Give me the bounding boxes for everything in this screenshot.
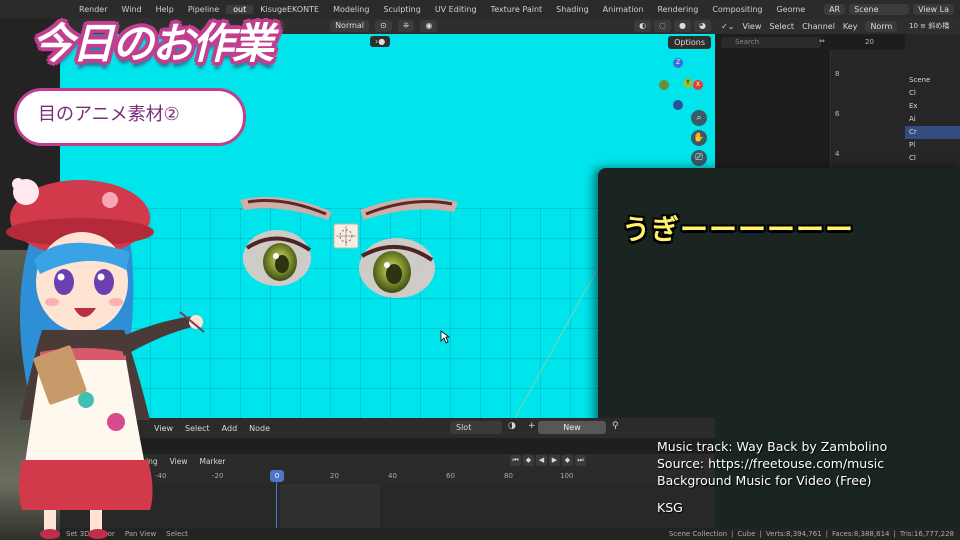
graph-menu-channel[interactable]: Channel bbox=[802, 22, 835, 31]
outliner-row-selected[interactable]: Cr bbox=[905, 126, 960, 139]
graph-axis-label: 6 bbox=[835, 110, 840, 118]
outliner-header: 10 ≡ 斜め橋 bbox=[905, 18, 960, 34]
new-material-button[interactable]: New bbox=[538, 421, 606, 434]
graph-menu-key[interactable]: Key bbox=[843, 22, 858, 31]
playhead-line bbox=[276, 482, 277, 528]
logo-subtitle-text: 目のアニメ素材② bbox=[38, 104, 180, 125]
graph-search-input[interactable]: Search bbox=[721, 37, 821, 48]
graph-frame-value: 20 bbox=[865, 38, 874, 46]
workspace-tab-modeling[interactable]: Modeling bbox=[326, 5, 376, 14]
material-icon[interactable]: ◑ bbox=[508, 421, 516, 431]
pan-hand-icon[interactable]: ✋ bbox=[691, 130, 707, 146]
status-tris: Tris:16,777,228 bbox=[899, 530, 954, 538]
zoom-icon[interactable]: ⌕ bbox=[691, 110, 707, 126]
outliner-row[interactable]: Ex bbox=[905, 100, 960, 113]
logo-title-text: 今日のお作業 bbox=[32, 19, 274, 68]
credit-author: KSG bbox=[657, 500, 683, 515]
mascot-character-illustration bbox=[6, 178, 205, 539]
graph-editor-header: ✓⌄ View Select Channel Key Norm bbox=[715, 18, 905, 34]
eye-texture-planes[interactable] bbox=[232, 190, 462, 300]
workspace-tab-uv-editing[interactable]: UV Editing bbox=[428, 5, 484, 14]
add-icon[interactable]: + bbox=[528, 421, 536, 431]
graph-orientation-select[interactable]: Norm bbox=[865, 20, 898, 32]
mouse-cursor-icon bbox=[440, 330, 450, 344]
status-verts: Verts:8,394,761 bbox=[765, 530, 822, 538]
workspace-tab-geometry[interactable]: Geome bbox=[769, 5, 812, 14]
outliner-row[interactable]: Pl bbox=[905, 139, 960, 152]
shading-wireframe-icon[interactable]: ◌ bbox=[654, 20, 672, 32]
title-logo: 今日のお作業 目のアニメ素材② bbox=[0, 0, 274, 175]
graph-editor-area[interactable]: Search ⇔ 20 8 6 4 bbox=[715, 34, 905, 168]
editor-type-icon[interactable]: ✓⌄ bbox=[721, 22, 734, 31]
pivot-icon[interactable]: ⊙ bbox=[375, 20, 392, 32]
camera-view-icon[interactable]: ⎚ bbox=[691, 150, 707, 166]
snap-icon[interactable]: ⁜ bbox=[397, 20, 415, 32]
status-collection: Scene Collection bbox=[668, 530, 728, 538]
graph-curve-region[interactable]: 8 6 4 bbox=[830, 50, 905, 168]
graph-axis-label: 4 bbox=[835, 150, 840, 158]
timeline-tick: 20 bbox=[330, 472, 339, 480]
credit-line: Source: https://freetouse.com/music bbox=[657, 456, 885, 471]
status-object: Cube bbox=[737, 530, 756, 538]
outliner-panel: 10 ≡ 斜め橋 Scene Cl Ex Ai Cr Pl Cl bbox=[905, 18, 960, 178]
render-engine-select[interactable]: AR bbox=[824, 3, 846, 15]
music-credits: Music track: Way Back by Zambolino Sourc… bbox=[657, 438, 887, 516]
swap-icon[interactable]: ⇔ bbox=[819, 37, 825, 45]
gizmo-neg-z[interactable] bbox=[673, 100, 683, 110]
jump-end-icon[interactable]: ⏭ bbox=[575, 455, 586, 466]
status-faces: Faces:8,388,614 bbox=[832, 530, 890, 538]
workspace-tab-compositing[interactable]: Compositing bbox=[705, 5, 769, 14]
next-key-icon[interactable]: ◆ bbox=[562, 455, 573, 466]
graph-menu-select[interactable]: Select bbox=[769, 22, 794, 31]
gizmo-x-axis[interactable]: X bbox=[693, 80, 703, 90]
navigation-gizmo[interactable]: Z Y X bbox=[655, 58, 705, 118]
graph-axis-label: 8 bbox=[835, 70, 840, 78]
timeline-tick: 100 bbox=[560, 472, 574, 480]
workspace-tab-rendering[interactable]: Rendering bbox=[650, 5, 705, 14]
timeline-tick: 40 bbox=[388, 472, 397, 480]
play-icon[interactable]: ▶ bbox=[549, 455, 560, 466]
playback-controls: ⏮ ◆ ◀ ▶ ◆ ⏭ bbox=[510, 455, 586, 466]
outliner-row[interactable]: Cl bbox=[905, 152, 960, 165]
gizmo-neg-x[interactable] bbox=[659, 80, 669, 90]
scene-select[interactable]: Scene bbox=[849, 3, 910, 15]
proportional-edit-icon[interactable]: ◉ bbox=[420, 20, 438, 32]
playhead-current-frame[interactable]: 0 bbox=[270, 470, 284, 482]
outliner-row[interactable]: Ai bbox=[905, 113, 960, 126]
shading-material-icon[interactable]: ◕ bbox=[694, 20, 711, 32]
node-menu-node[interactable]: Node bbox=[243, 424, 276, 433]
workspace-tab-shading[interactable]: Shading bbox=[549, 5, 596, 14]
shading-solid-icon[interactable]: ● bbox=[674, 20, 692, 32]
timeline-tick: 80 bbox=[504, 472, 513, 480]
gizmo-toggle-icon[interactable]: ›● bbox=[370, 36, 391, 47]
prev-key-icon[interactable]: ◆ bbox=[523, 455, 534, 466]
view-layer-select[interactable]: View La bbox=[913, 3, 954, 15]
graph-menu-view[interactable]: View bbox=[742, 22, 761, 31]
options-button[interactable]: Options bbox=[668, 36, 711, 49]
jump-start-icon[interactable]: ⏮ bbox=[510, 455, 521, 466]
workspace-tab-sculpting[interactable]: Sculpting bbox=[376, 5, 427, 14]
outliner-row[interactable]: Cl bbox=[905, 87, 960, 100]
play-reverse-icon[interactable]: ◀ bbox=[536, 455, 547, 466]
overlay-toggle-icon[interactable]: ◐ bbox=[634, 20, 652, 32]
credit-line: Music track: Way Back by Zambolino bbox=[657, 439, 888, 454]
gizmo-z-axis[interactable]: Z bbox=[673, 58, 683, 68]
slot-select[interactable]: Slot bbox=[450, 421, 502, 434]
workspace-tab-texture-paint[interactable]: Texture Paint bbox=[484, 5, 550, 14]
screen: Render Wind Help Pipeline out KisugeEKON… bbox=[0, 0, 960, 540]
timeline-frame-range bbox=[280, 484, 380, 528]
workspace-tab-animation[interactable]: Animation bbox=[596, 5, 651, 14]
outliner-scene-row[interactable]: Scene bbox=[905, 74, 960, 87]
caption-text: うぎーーーーーー bbox=[622, 213, 855, 246]
gizmo-y-axis[interactable]: Y bbox=[683, 78, 693, 88]
timeline-tick: 60 bbox=[446, 472, 455, 480]
pin-icon[interactable]: ⚲ bbox=[612, 421, 619, 431]
transform-orientation-select[interactable]: Normal bbox=[330, 20, 370, 32]
credit-line: Background Music for Video (Free) bbox=[657, 473, 872, 488]
